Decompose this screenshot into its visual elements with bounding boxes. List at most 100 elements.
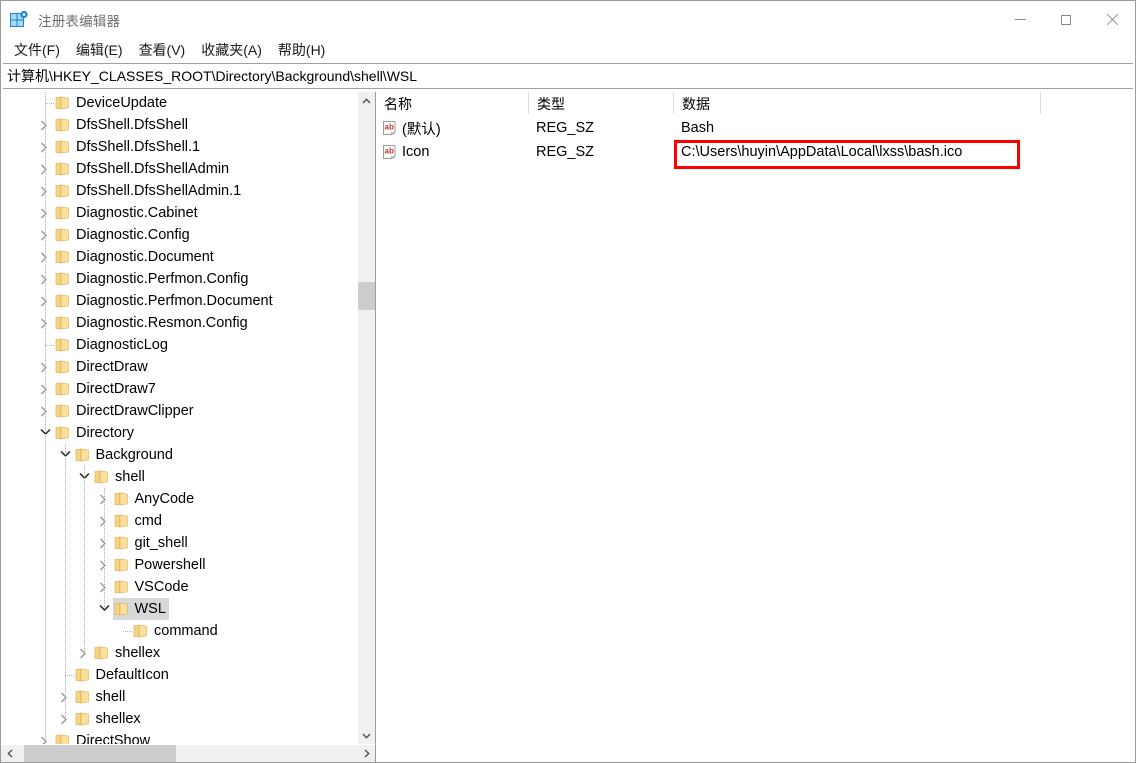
folder-icon [132, 620, 148, 642]
column-header-type[interactable]: 类型 [528, 92, 673, 115]
tree-node[interactable]: DirectDraw [1, 356, 375, 378]
tree-node[interactable]: Diagnostic.Perfmon.Document [1, 290, 375, 312]
column-header-data[interactable]: 数据 [673, 92, 1040, 115]
value-row[interactable]: ab Icon REG_SZ C:\Users\huyin\AppData\Local… [376, 140, 1135, 164]
chevron-right-icon[interactable] [37, 356, 54, 378]
chevron-down-icon[interactable] [96, 598, 113, 620]
chevron-right-icon[interactable] [37, 312, 54, 334]
chevron-down-icon[interactable] [37, 422, 54, 444]
chevron-right-icon[interactable] [37, 180, 54, 202]
scroll-thumb-horizontal[interactable] [24, 745, 176, 762]
chevron-right-icon[interactable] [96, 488, 113, 510]
chevron-down-icon[interactable] [76, 466, 93, 488]
tree-node[interactable]: DfsShell.DfsShellAdmin [1, 158, 375, 180]
registry-tree-viewport[interactable]: DeviceUpdate DfsShell.DfsShell DfsShell.Df… [1, 92, 375, 744]
tree-node-label: Diagnostic.Cabinet [76, 205, 198, 221]
folder-icon [54, 158, 70, 180]
tree-node[interactable]: git_shell [1, 532, 375, 554]
folder-icon [54, 334, 70, 356]
folder-icon [54, 290, 70, 312]
tree-node[interactable]: WSL [1, 598, 375, 620]
tree-node[interactable]: shellex [1, 642, 375, 664]
tree-node[interactable]: Directory [1, 422, 375, 444]
tree-node[interactable]: DirectDrawClipper [1, 400, 375, 422]
menu-item-view[interactable]: 查看(V) [132, 38, 193, 63]
tree-node[interactable]: Diagnostic.Config [1, 224, 375, 246]
folder-icon [54, 114, 70, 136]
tree-node[interactable]: VSCode [1, 576, 375, 598]
scroll-up-button[interactable] [358, 92, 375, 109]
scroll-right-button[interactable] [358, 745, 375, 762]
tree-node[interactable]: shellex [1, 708, 375, 730]
chevron-right-icon[interactable] [96, 576, 113, 598]
tree-node-label: Diagnostic.Perfmon.Document [76, 293, 273, 309]
tree-node[interactable]: DefaultIcon [1, 664, 375, 686]
address-bar[interactable]: 计算机\HKEY_CLASSES_ROOT\Directory\Backgrou… [3, 63, 1133, 89]
value-type-cell: REG_SZ [528, 144, 673, 160]
chevron-right-icon[interactable] [37, 158, 54, 180]
tree-node[interactable]: command [1, 620, 375, 642]
tree-node[interactable]: Diagnostic.Cabinet [1, 202, 375, 224]
close-button[interactable] [1089, 1, 1135, 38]
chevron-right-icon[interactable] [57, 686, 74, 708]
tree-node-label: DfsShell.DfsShell [76, 117, 189, 133]
folder-icon [54, 378, 70, 400]
menu-item-favorites[interactable]: 收藏夹(A) [194, 38, 269, 63]
chevron-left-icon [6, 749, 12, 758]
scroll-down-button[interactable] [358, 727, 375, 744]
tree-horizontal-scrollbar[interactable] [1, 744, 375, 762]
tree-node[interactable]: shell [1, 466, 375, 488]
value-name-text: (默认) [402, 121, 441, 138]
column-header-name[interactable]: 名称 [376, 92, 528, 115]
chevron-right-icon[interactable] [96, 510, 113, 532]
chevron-right-icon[interactable] [96, 532, 113, 554]
tree-node[interactable]: DirectShow [1, 730, 375, 744]
value-name-cell: ab (默认) [376, 118, 528, 139]
folder-icon [54, 356, 70, 378]
tree-node[interactable]: Diagnostic.Document [1, 246, 375, 268]
tree-node[interactable]: Powershell [1, 554, 375, 576]
registry-tree-pane: DeviceUpdate DfsShell.DfsShell DfsShell.Df… [1, 92, 376, 762]
folder-icon [93, 466, 109, 488]
menu-item-file[interactable]: 文件(F) [7, 38, 67, 63]
chevron-right-icon[interactable] [37, 378, 54, 400]
chevron-right-icon[interactable] [37, 268, 54, 290]
minimize-button[interactable] [997, 1, 1043, 38]
tree-node[interactable]: AnyCode [1, 488, 375, 510]
scroll-thumb-vertical[interactable] [358, 282, 375, 310]
menu-item-help[interactable]: 帮助(H) [271, 38, 332, 63]
tree-node[interactable]: DeviceUpdate [1, 92, 375, 114]
chevron-right-icon[interactable] [37, 114, 54, 136]
chevron-down-icon[interactable] [57, 444, 74, 466]
chevron-right-icon[interactable] [76, 642, 93, 664]
scroll-left-button[interactable] [1, 745, 18, 762]
maximize-button[interactable] [1043, 1, 1089, 38]
chevron-right-icon[interactable] [96, 554, 113, 576]
chevron-right-icon[interactable] [37, 136, 54, 158]
value-row[interactable]: ab (默认) REG_SZ Bash [376, 116, 1135, 140]
tree-node-label: Diagnostic.Resmon.Config [76, 315, 248, 331]
chevron-right-icon[interactable] [37, 400, 54, 422]
tree-node[interactable]: cmd [1, 510, 375, 532]
tree-node[interactable]: Diagnostic.Resmon.Config [1, 312, 375, 334]
tree-node[interactable]: DirectDraw7 [1, 378, 375, 400]
tree-node[interactable]: shell [1, 686, 375, 708]
value-type-text: REG_SZ [536, 120, 595, 136]
tree-node[interactable]: DfsShell.DfsShell [1, 114, 375, 136]
tree-node[interactable]: DiagnosticLog [1, 334, 375, 356]
tree-node[interactable]: Diagnostic.Perfmon.Config [1, 268, 375, 290]
tree-node[interactable]: Background [1, 444, 375, 466]
folder-icon [54, 224, 70, 246]
chevron-right-icon[interactable] [37, 246, 54, 268]
menu-item-edit[interactable]: 编辑(E) [69, 38, 130, 63]
chevron-right-icon[interactable] [37, 290, 54, 312]
chevron-right-icon[interactable] [37, 730, 54, 744]
tree-node-label: Directory [76, 425, 135, 441]
chevron-right-icon[interactable] [57, 708, 74, 730]
tree-vertical-scrollbar[interactable] [357, 92, 375, 744]
chevron-right-icon[interactable] [37, 224, 54, 246]
tree-node[interactable]: DfsShell.DfsShell.1 [1, 136, 375, 158]
chevron-right-icon[interactable] [37, 202, 54, 224]
tree-node[interactable]: DfsShell.DfsShellAdmin.1 [1, 180, 375, 202]
value-data-cell: Bash [673, 120, 1135, 136]
